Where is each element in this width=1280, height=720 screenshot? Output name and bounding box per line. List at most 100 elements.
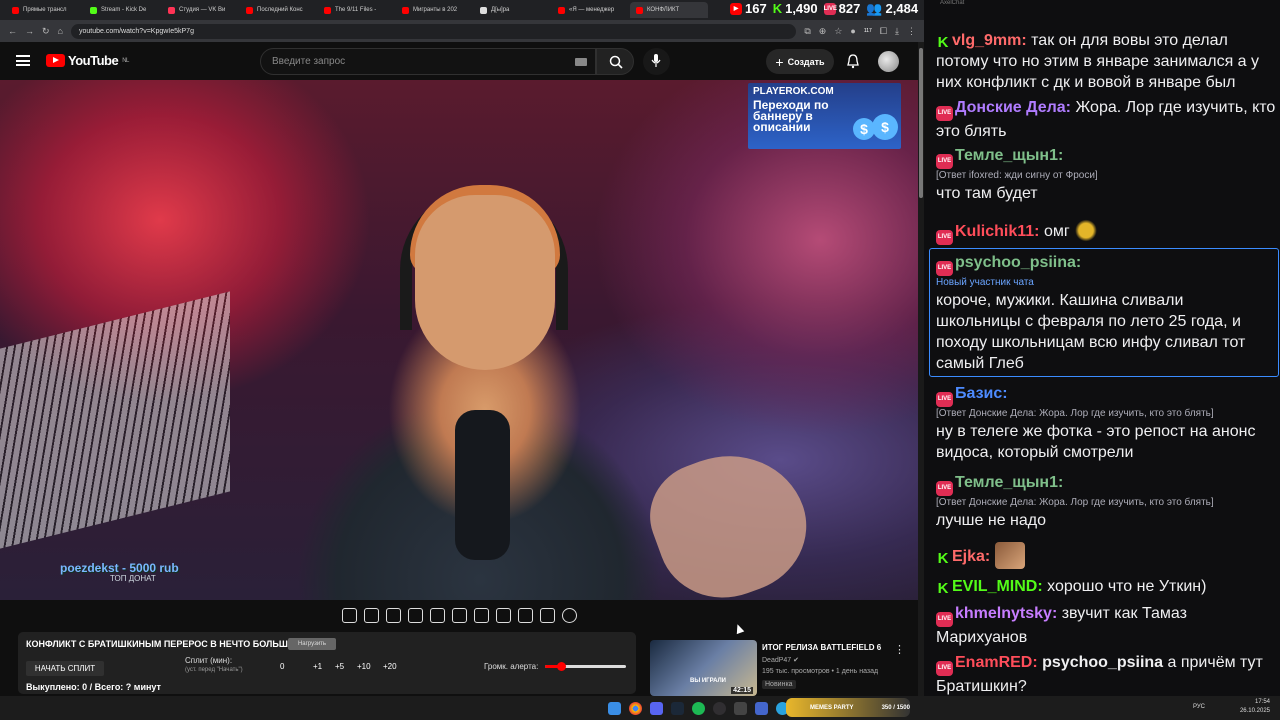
browser-tab[interactable]: Д[ы]ра (474, 2, 552, 18)
loop-icon[interactable] (341, 607, 357, 623)
streamer-hand (635, 433, 825, 600)
notifications-bell-icon[interactable] (845, 53, 861, 69)
sponsor-banner[interactable]: PLAYEROK.COM Переходи по баннеру в описа… (748, 83, 901, 149)
chat-text: ну в телеге же фотка - это репост на ано… (936, 423, 1256, 461)
alert-volume-label: Громк. алерта: (484, 662, 539, 671)
media-icon[interactable] (755, 701, 768, 715)
search-input[interactable]: Введите запрос (260, 48, 596, 75)
spotify-icon[interactable] (692, 701, 705, 715)
microphone-icon (651, 54, 661, 67)
url-input[interactable]: youtube.com/watch?v=KpgwIe5kP7g (70, 23, 797, 39)
youtube-logo[interactable]: YouTube NL (46, 53, 129, 68)
live-icon: LIVE (936, 261, 953, 276)
chat-text: что там будет (936, 185, 1038, 202)
chat-username: khmelnytsky: (955, 605, 1058, 622)
volume-knob[interactable] (557, 662, 567, 671)
chat-username: Донские Дела: (955, 99, 1071, 116)
browser-tab[interactable]: Stream - Kick De (84, 2, 162, 18)
memes-label: MEMES PARTY (810, 704, 854, 711)
chat-reply-context: [Ответ Донские Дела: Жора. Лор где изучи… (936, 408, 1214, 419)
chat-username: Ejka: (952, 548, 991, 565)
video-player[interactable]: PLAYEROK.COM Переходи по баннеру в описа… (0, 80, 918, 600)
video-thumbnail[interactable]: ВЫ ИГРАЛИ 42:15 (650, 640, 757, 696)
kick-icon: K (937, 34, 949, 51)
browser-tab[interactable]: Мигранты в 202 (396, 2, 474, 18)
search-button[interactable] (596, 48, 634, 75)
alert-volume-slider[interactable] (545, 662, 626, 671)
chrome-icon[interactable] (629, 701, 642, 715)
install-icon[interactable]: ⧉ (804, 26, 810, 37)
language-indicator[interactable]: РУС (1193, 704, 1205, 710)
download-icon[interactable]: ⤓ (895, 26, 899, 37)
forward-icon[interactable]: → (25, 26, 34, 36)
extension-badge[interactable]: 117 (864, 28, 872, 34)
fullscreen-icon[interactable] (495, 607, 511, 623)
live-icon: LIVE (936, 154, 953, 169)
channel-row[interactable]: DeadP47 ✔ (762, 656, 799, 664)
zoom-icon[interactable]: ⊕ (819, 26, 827, 37)
url-text: youtube.com/watch?v=KpgwIe5kP7g (78, 27, 194, 35)
chat-message: LIVE Темле_щын1: [Ответ Донские Дела: Жор… (936, 472, 1276, 531)
theater-icon[interactable] (451, 607, 467, 623)
load-button[interactable]: Нагрузить (288, 638, 336, 650)
search-placeholder: Введите запрос (272, 56, 346, 67)
chat-username: psychoo_psiina: (955, 254, 1082, 271)
create-button[interactable]: + Создать (766, 49, 834, 74)
split-plus-1-button[interactable]: +1 (313, 662, 322, 671)
puzzle-icon[interactable]: ⧠ (880, 26, 887, 37)
clip-icon[interactable] (407, 607, 423, 623)
star-icon[interactable]: ☆ (834, 26, 842, 37)
purchased-summary: Выкуплено: 0 / Всего: ? минут (26, 682, 161, 692)
audio-icon[interactable] (363, 607, 379, 623)
screenshot-icon[interactable] (539, 607, 555, 623)
browser-tab[interactable]: The 9/11 Files - (318, 2, 396, 18)
split-plus-5-button[interactable]: +5 (335, 662, 344, 671)
chat-text: лучше не надо (936, 512, 1046, 529)
more-options-icon[interactable]: ⋮ (894, 643, 905, 656)
tab-favicon-icon (402, 6, 409, 14)
chat-username: EVIL_MIND: (952, 578, 1043, 595)
obs-icon[interactable] (713, 701, 726, 715)
browser-tab[interactable]: Прямые трансл (6, 2, 84, 18)
scrollbar-thumb[interactable] (919, 48, 923, 198)
recommended-video[interactable]: ВЫ ИГРАЛИ 42:15 ИТОГ РЕЛИЗА BATTLEFIELD … (650, 640, 916, 696)
start-icon[interactable] (608, 701, 621, 715)
start-split-button[interactable]: НАЧАТЬ СПЛИТ (26, 661, 104, 676)
menu-dots-icon[interactable]: ⋮ (907, 26, 916, 37)
live-viewer-count: 827 (838, 1, 861, 16)
system-clock[interactable]: 17:54 26.10.2025 (1240, 698, 1270, 716)
playlist-icon[interactable] (385, 607, 401, 623)
piano-keys (0, 291, 230, 549)
home-icon[interactable]: ⌂ (58, 26, 63, 36)
picture-in-picture-icon[interactable] (429, 607, 445, 623)
recommended-title[interactable]: ИТОГ РЕЛИЗА BATTLEFIELD 6 (762, 643, 902, 652)
voice-search-button[interactable] (643, 48, 670, 75)
keyboard-icon[interactable] (575, 58, 587, 66)
extension-icon[interactable]: ● (850, 26, 855, 36)
reload-icon[interactable]: ↻ (42, 26, 50, 37)
browser-tab[interactable]: «Я — менеджер (552, 2, 630, 18)
account-avatar[interactable] (878, 51, 899, 72)
browser-tab[interactable]: Студия — VK Ви (162, 2, 240, 18)
speed-icon[interactable] (473, 607, 489, 623)
chat-panel: AxelChat Kvlg_9mm: так он для вовы это д… (924, 0, 1280, 696)
memes-party-widget[interactable]: MEMES PARTY 350 / 1500 (786, 698, 910, 717)
hamburger-menu-icon[interactable] (16, 55, 30, 66)
split-plus-10-button[interactable]: +10 (357, 662, 371, 671)
streamer-face (415, 195, 555, 370)
add-icon[interactable] (517, 607, 533, 623)
tab-label: Прямые трансл (23, 7, 67, 13)
browser-tab[interactable]: Последний Конс (240, 2, 318, 18)
back-icon[interactable]: ← (8, 26, 17, 36)
app-icon[interactable] (734, 701, 747, 715)
discord-icon[interactable] (650, 701, 663, 715)
split-plus-20-button[interactable]: +20 (383, 662, 397, 671)
emote-icon (994, 542, 1025, 569)
settings-gear-icon[interactable] (561, 607, 577, 623)
steam-icon[interactable] (671, 701, 684, 715)
browser-tab-active[interactable]: КОНФЛИКТ (630, 2, 708, 18)
live-icon: LIVE (823, 2, 837, 15)
video-title: КОНФЛИКТ С БРАТИШКИНЫМ ПЕРЕРОС В НЕЧТО Б… (26, 639, 308, 649)
new-badge: Новинка (762, 680, 796, 689)
studio-microphone (455, 410, 510, 560)
